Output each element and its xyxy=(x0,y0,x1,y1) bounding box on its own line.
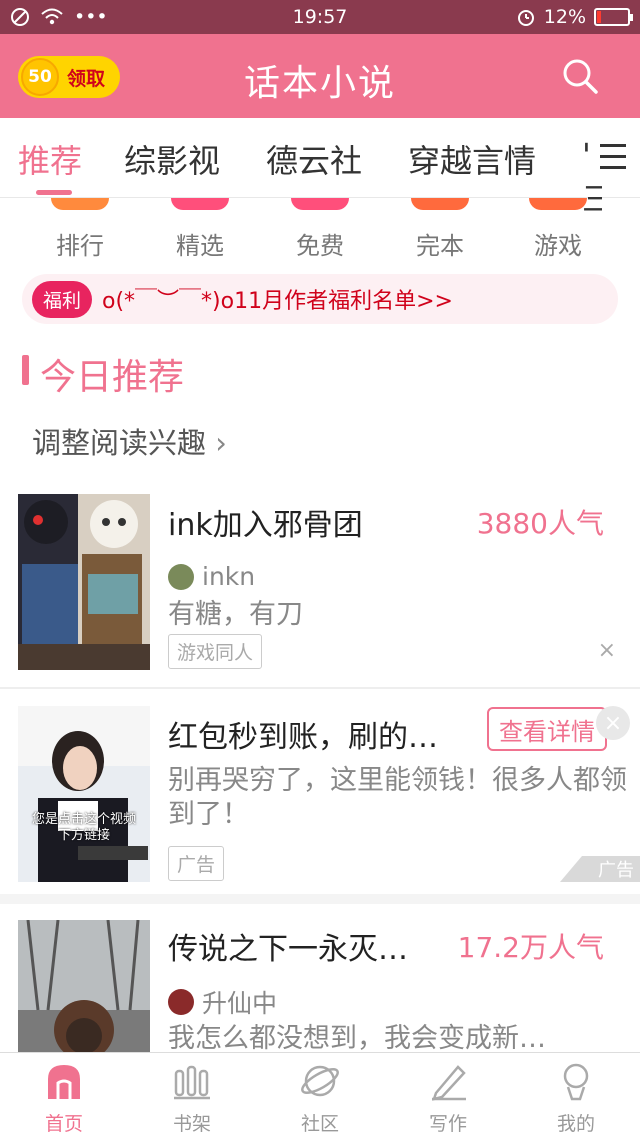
book-description: 我怎么都没想到，我会变成新… xyxy=(168,1023,546,1052)
planet-icon xyxy=(301,1065,339,1097)
category-label: 完本 xyxy=(416,232,464,260)
complete-icon xyxy=(411,198,469,210)
dismiss-close-icon[interactable]: × xyxy=(598,638,616,663)
author-name: 升仙中 xyxy=(202,989,278,1018)
search-icon[interactable] xyxy=(560,56,600,96)
category-rank[interactable]: 排行 xyxy=(30,198,130,261)
book-cover xyxy=(18,920,150,1052)
book-popularity: 17.2万人气 xyxy=(457,931,604,964)
divider xyxy=(0,687,640,689)
pen-icon xyxy=(432,1065,466,1101)
category-game[interactable]: 游戏 xyxy=(508,198,608,261)
app-header: 50 领取 话本小说 xyxy=(0,34,640,118)
nav-community[interactable]: 社区 xyxy=(256,1061,384,1136)
nav-mine[interactable]: 我的 xyxy=(512,1061,640,1136)
status-bar: ••• 19:57 12% xyxy=(0,0,640,34)
bottom-navigation: 首页 书架 社区 写作 我的 xyxy=(0,1052,640,1138)
book-popularity: 3880人气 xyxy=(476,507,604,540)
book-description: 有糖，有刀 xyxy=(168,599,303,630)
rank-icon xyxy=(51,198,109,210)
tab-romance[interactable]: 穿越言情 xyxy=(408,136,536,182)
alarm-icon xyxy=(517,10,534,26)
tab-recommend[interactable]: 推荐 xyxy=(18,136,82,182)
nav-label: 写作 xyxy=(428,1113,467,1135)
avatar xyxy=(168,563,194,590)
person-icon xyxy=(563,1063,589,1101)
tab-deyunshe[interactable]: 德云社 xyxy=(266,136,362,182)
category-tabs: 推荐 综影视 德云社 穿越言情 ' 三 xyxy=(0,118,640,218)
category-label: 免费 xyxy=(296,232,344,260)
ad-video-caption: 您是点击这个视频 下方链接 xyxy=(31,812,136,843)
adjust-interest-link[interactable]: 调整阅读兴趣 › xyxy=(32,420,227,462)
battery-icon xyxy=(594,8,633,26)
active-tab-indicator xyxy=(36,190,72,195)
welfare-text: o(*￣︶￣*)o11月作者福利名单>> xyxy=(102,289,453,314)
game-icon xyxy=(529,198,587,210)
battery-percent: 12% xyxy=(543,6,586,28)
welfare-tag: 福利 xyxy=(32,280,93,318)
category-featured[interactable]: 精选 xyxy=(150,198,250,261)
nav-label: 我的 xyxy=(556,1113,595,1135)
category-complete[interactable]: 完本 xyxy=(390,198,490,261)
nav-bookshelf[interactable]: 书架 xyxy=(128,1061,256,1136)
chevron-right-icon: › xyxy=(215,426,227,460)
ad-close-icon[interactable]: × xyxy=(596,706,630,740)
author-name: inkn xyxy=(202,562,256,591)
nav-home[interactable]: 首页 xyxy=(0,1061,128,1136)
bookshelf-icon xyxy=(174,1065,210,1100)
tab-film-tv[interactable]: 综影视 xyxy=(124,136,220,182)
menu-icon[interactable] xyxy=(594,142,630,172)
book-item[interactable]: ink加入邪骨团 3880人气 inkn 有糖，有刀 游戏同人 × xyxy=(0,494,640,674)
divider xyxy=(0,894,640,904)
nav-label: 社区 xyxy=(300,1113,339,1135)
home-icon xyxy=(48,1065,80,1099)
section-accent-bar xyxy=(22,355,29,385)
app-title: 话本小说 xyxy=(243,63,396,104)
book-author: 升仙中 xyxy=(168,984,277,1020)
featured-icon xyxy=(171,198,229,210)
book-author: inkn xyxy=(168,562,255,591)
book-tag[interactable]: 游戏同人 xyxy=(168,634,263,669)
view-details-button[interactable]: 查看详情 xyxy=(487,707,607,751)
ad-image xyxy=(18,706,150,882)
book-cover xyxy=(18,494,150,670)
free-icon xyxy=(291,198,349,210)
adjust-interest-label: 调整阅读兴趣 xyxy=(32,426,207,460)
category-free[interactable]: 免费 xyxy=(270,198,370,261)
book-title: ink加入邪骨团 xyxy=(168,508,363,543)
book-title: 传说之下一永灭… xyxy=(168,932,408,967)
ad-title: 红包秒到账，刷的… xyxy=(168,720,438,755)
status-right: 12% xyxy=(516,6,633,28)
nav-write[interactable]: 写作 xyxy=(384,1061,512,1136)
ad-description: 别再哭穷了，这里能领钱！很多人都领到了！ xyxy=(168,765,627,830)
nav-label: 首页 xyxy=(44,1113,83,1135)
category-shortcuts: 排行 精选 免费 完本 游戏 xyxy=(0,198,640,266)
category-label: 精选 xyxy=(176,232,224,260)
section-title: 今日推荐 xyxy=(40,357,185,398)
category-label: 排行 xyxy=(56,232,104,260)
battery-fill xyxy=(597,11,601,23)
ad-label: 广告 xyxy=(168,846,225,881)
nav-label: 书架 xyxy=(172,1113,211,1135)
welfare-notice[interactable]: 福利 o(*￣︶￣*)o11月作者福利名单>> xyxy=(22,274,618,324)
book-item[interactable]: 传说之下一永灭… 17.2万人气 升仙中 我怎么都没想到，我会变成新… xyxy=(0,920,640,1052)
avatar xyxy=(168,989,194,1015)
category-label: 游戏 xyxy=(534,232,582,260)
